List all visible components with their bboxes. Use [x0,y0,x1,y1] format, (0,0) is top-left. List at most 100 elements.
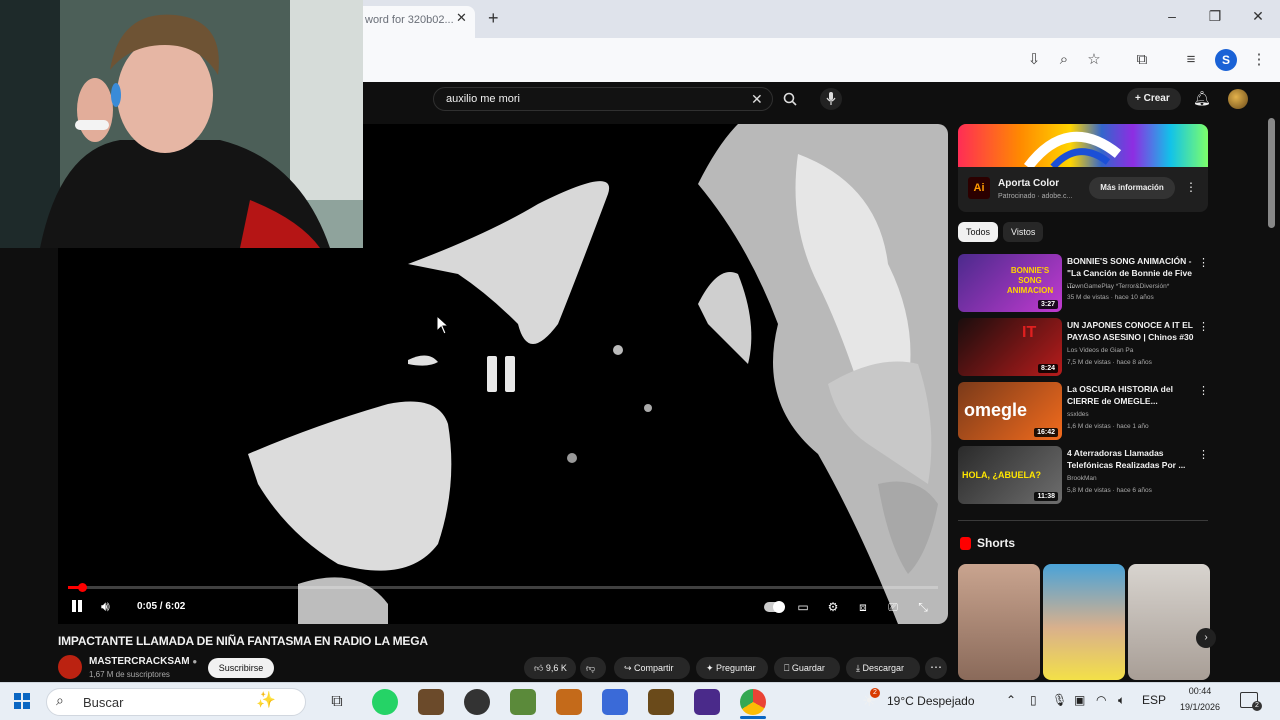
more-actions-button[interactable]: ⋯ [925,657,947,679]
task-view-icon[interactable]: ⧉ [324,689,350,715]
rec-title[interactable]: UN JAPONES CONOCE A IT EL PAYASO ASESINO… [1067,319,1195,343]
app-icon[interactable] [694,689,720,715]
weather-text[interactable]: 19°C Despejado [887,694,975,708]
rec-thumbnail[interactable]: HOLA, ¿ABUELA? 11:38 [958,446,1062,504]
volume-icon[interactable]: 🔊︎ [101,598,110,615]
account-avatar[interactable] [1228,89,1248,109]
progress-bar[interactable] [68,586,938,589]
battery-icon[interactable]: ▯ [1030,693,1037,707]
save-button[interactable]: ⎕ Guardar [774,657,840,679]
rec-channel: BrookMan [1067,475,1097,482]
download-button[interactable]: ⤓ Descargar [846,657,920,679]
cast-icon[interactable]: ⎚ [883,598,903,616]
rec-title[interactable]: 4 Aterradoras Llamadas Telefónicas Reali… [1067,447,1195,471]
clear-search-icon[interactable]: ✕ [751,91,763,108]
app-icon[interactable] [556,689,582,715]
minimize-button[interactable]: – [1160,8,1184,24]
rec-title[interactable]: La OSCURA HISTORIA del CIERRE de OMEGLE.… [1067,383,1195,407]
share-icon: ↪ [624,663,635,673]
ad-sponsored-label: Patrocinado · adobe.c... [998,193,1073,200]
clock-time[interactable]: 00:44 [1170,686,1230,696]
app-icon[interactable] [648,689,674,715]
extensions-icon[interactable]: ⧉ [1131,49,1153,71]
webcam-image [0,0,363,248]
chevron-up-icon[interactable]: ⌃ [1006,693,1016,707]
app-icon[interactable] [418,689,444,715]
microphone-icon[interactable]: 🎙︎ [1052,693,1067,707]
close-window-button[interactable]: ✕ [1246,8,1270,25]
minecraft-icon[interactable] [510,689,536,715]
autoplay-toggle[interactable] [764,601,785,613]
channel-name[interactable]: MASTERCRACKSAM ● [89,656,197,667]
adobe-logo-icon: Ai [968,177,990,199]
profile-avatar[interactable]: S [1215,49,1237,71]
short-thumbnail[interactable] [1043,564,1125,680]
voice-search-button[interactable] [820,88,842,110]
bookmark-star-icon[interactable]: ☆ [1083,49,1105,71]
chip-all[interactable]: Todos [958,222,999,242]
subscriber-count: 1,67 M de suscriptores [89,670,170,679]
ad-menu-icon[interactable]: ⋮ [1185,180,1197,194]
new-tab-icon[interactable]: + [488,8,499,29]
tab-close-icon[interactable]: ✕ [456,10,467,26]
rec-thumbnail[interactable]: IT 8:24 [958,318,1062,376]
fullscreen-exit-icon[interactable]: ⤡ [913,598,933,616]
whatsapp-icon[interactable] [372,689,398,715]
like-button[interactable]: 👍︎ 9,6 K [524,657,576,679]
miniplayer-icon[interactable]: ⧈ [853,598,873,616]
windows-start-icon[interactable] [14,693,30,709]
zoom-icon[interactable]: ⌕ [1053,49,1075,71]
ask-button[interactable]: ✦ Preguntar [696,657,768,679]
channel-avatar[interactable] [58,655,82,679]
clock-date[interactable]: 19/1/2026 [1170,702,1230,712]
media-controls-icon[interactable]: ≡ [1180,49,1202,71]
language-indicator[interactable]: ESP [1142,693,1166,707]
app-icon[interactable] [464,689,490,715]
rec-channel: ssxldes [1067,411,1089,418]
search-highlight-icon: ✨ [256,692,276,709]
rec-menu-icon[interactable]: ⋮ [1198,320,1209,333]
install-app-icon[interactable]: ⇩ [1023,49,1045,71]
rec-menu-icon[interactable]: ⋮ [1198,256,1209,269]
rec-menu-icon[interactable]: ⋮ [1198,384,1209,397]
ad-title[interactable]: Aporta Color [998,178,1059,189]
duration-badge: 8:24 [1037,364,1058,373]
scrollbar[interactable] [1268,118,1275,228]
webcam-overlay [0,0,363,248]
ad-more-info-button[interactable]: Más información [1089,177,1175,199]
rec-thumbnail[interactable]: omegle 16:42 [958,382,1062,440]
search-button[interactable] [775,87,805,111]
short-thumbnail[interactable] [958,564,1040,680]
browser-menu-icon[interactable]: ⋮ [1248,49,1270,71]
maximize-button[interactable]: ❐ [1203,8,1227,25]
settings-gear-icon[interactable]: ⚙ [823,598,843,616]
subscribe-button[interactable]: Suscribirse [208,658,274,678]
rec-thumbnail[interactable]: BONNIE'S SONG ANIMACION 3:27 [958,254,1062,312]
subtitles-icon[interactable]: ▭ [793,598,813,616]
chevron-right-icon[interactable]: › [1196,628,1216,648]
verified-icon: ● [192,657,198,666]
weather-badge: 2 [870,688,880,698]
search-input[interactable]: auxilio me mori [433,87,773,111]
share-button[interactable]: ↪ Compartir [614,657,690,679]
wifi-icon[interactable]: ◠ [1096,693,1106,707]
notifications-bell-icon[interactable]: 🔔︎ [1193,90,1211,107]
chip-watched[interactable]: Vistos [1003,222,1044,242]
chrome-icon[interactable] [740,689,766,715]
short-thumbnail[interactable] [1128,564,1210,680]
camera-icon[interactable]: ▣ [1074,693,1085,707]
create-button[interactable]: + Crear [1127,88,1181,110]
plus-icon: + [1135,93,1144,104]
bookmark-icon: ⎕ [784,663,792,673]
app-icon[interactable] [602,689,628,715]
pause-button[interactable] [70,599,84,615]
ad-banner-image[interactable] [958,124,1208,167]
rec-menu-icon[interactable]: ⋮ [1198,448,1209,461]
microphone-icon [826,92,836,105]
video-title: IMPACTANTE LLAMADA DE NIÑA FANTASMA EN R… [58,634,428,648]
mouse-cursor-icon [436,315,450,335]
pause-overlay-icon[interactable] [487,356,517,392]
dislike-button[interactable]: 👎︎ [580,657,606,679]
rec-meta: 35 M de vistas · hace 10 años [1067,294,1154,301]
speaker-icon[interactable]: 🔈︎ [1118,693,1125,708]
